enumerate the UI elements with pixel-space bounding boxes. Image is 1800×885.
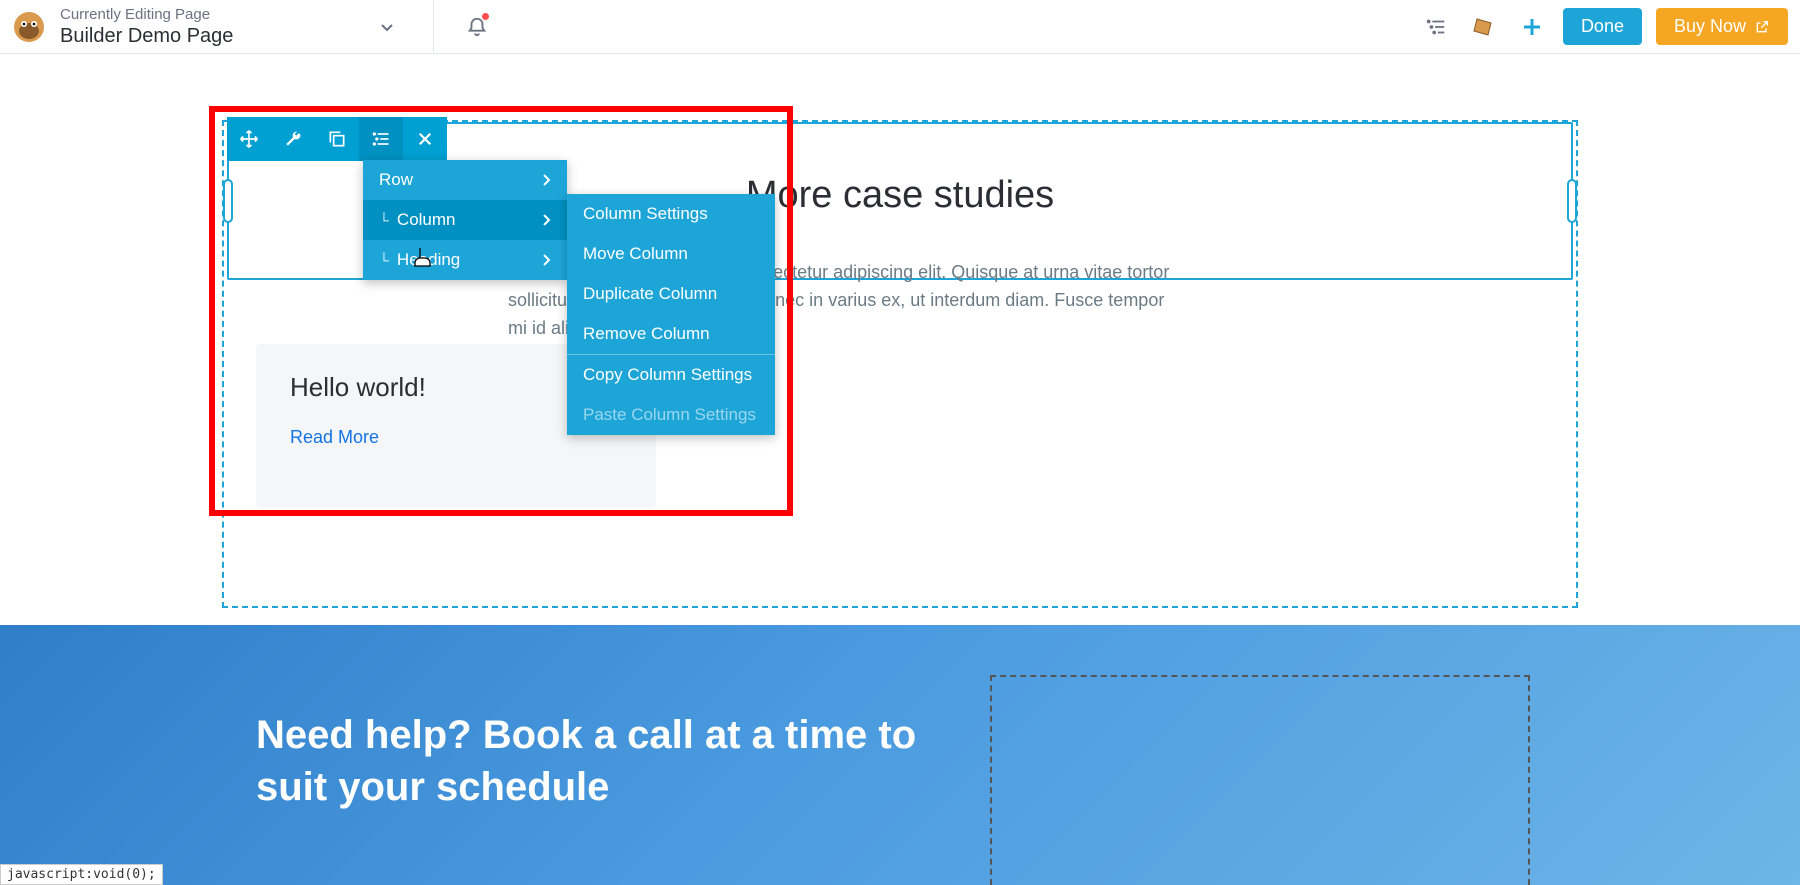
editing-label: Currently Editing Page bbox=[60, 6, 233, 24]
topbar-right: Done Buy Now bbox=[1419, 8, 1788, 45]
column-submenu: Column Settings Move Column Duplicate Co… bbox=[567, 194, 775, 435]
external-link-icon bbox=[1754, 19, 1770, 35]
placeholder-module[interactable] bbox=[990, 675, 1530, 885]
done-button[interactable]: Done bbox=[1563, 8, 1642, 45]
structure-menu: Row └Column └Heading bbox=[363, 160, 567, 280]
buy-now-label: Buy Now bbox=[1674, 16, 1746, 37]
submenu-column-settings[interactable]: Column Settings bbox=[567, 194, 775, 234]
topbar: Currently Editing Page Builder Demo Page… bbox=[0, 0, 1800, 54]
outline-panel-icon[interactable] bbox=[1419, 10, 1453, 44]
cta-heading: Need help? Book a call at a time to suit… bbox=[256, 709, 946, 813]
close-icon[interactable] bbox=[403, 117, 447, 161]
notification-dot bbox=[482, 13, 489, 20]
move-icon[interactable] bbox=[227, 117, 271, 161]
duplicate-icon[interactable] bbox=[315, 117, 359, 161]
submenu-paste-settings: Paste Column Settings bbox=[567, 395, 775, 435]
cursor-icon bbox=[412, 246, 432, 275]
submenu-remove-column[interactable]: Remove Column bbox=[567, 314, 775, 354]
submenu-move-column[interactable]: Move Column bbox=[567, 234, 775, 274]
read-more-link[interactable]: Read More bbox=[290, 427, 379, 447]
page-title: Builder Demo Page bbox=[60, 24, 233, 48]
menu-item-column[interactable]: └Column bbox=[363, 200, 567, 240]
logo-icon[interactable] bbox=[12, 10, 46, 44]
outline-icon[interactable] bbox=[359, 117, 403, 161]
chevron-right-icon bbox=[543, 174, 551, 186]
browser-statusbar: javascript:void(0); bbox=[0, 864, 163, 885]
submenu-copy-settings[interactable]: Copy Column Settings bbox=[567, 355, 775, 395]
chip-icon[interactable] bbox=[1467, 10, 1501, 44]
chevron-right-icon bbox=[543, 254, 551, 266]
submenu-duplicate-column[interactable]: Duplicate Column bbox=[567, 274, 775, 314]
chevron-right-icon bbox=[543, 214, 551, 226]
page-title-block[interactable]: Currently Editing Page Builder Demo Page bbox=[60, 6, 233, 48]
menu-item-row[interactable]: Row bbox=[363, 160, 567, 200]
menu-item-heading[interactable]: └Heading bbox=[363, 240, 567, 280]
add-icon[interactable] bbox=[1515, 10, 1549, 44]
topbar-left: Currently Editing Page Builder Demo Page bbox=[12, 0, 494, 54]
module-toolbar bbox=[227, 117, 447, 161]
buy-now-button[interactable]: Buy Now bbox=[1656, 8, 1788, 45]
builder-canvas[interactable]: More case studies Lorem ipsum dolor sit … bbox=[0, 54, 1800, 885]
notification-bell-icon[interactable] bbox=[460, 10, 494, 44]
page-dropdown-caret[interactable] bbox=[367, 7, 407, 47]
wrench-icon[interactable] bbox=[271, 117, 315, 161]
divider bbox=[433, 0, 434, 54]
cta-section: Need help? Book a call at a time to suit… bbox=[0, 625, 1800, 885]
